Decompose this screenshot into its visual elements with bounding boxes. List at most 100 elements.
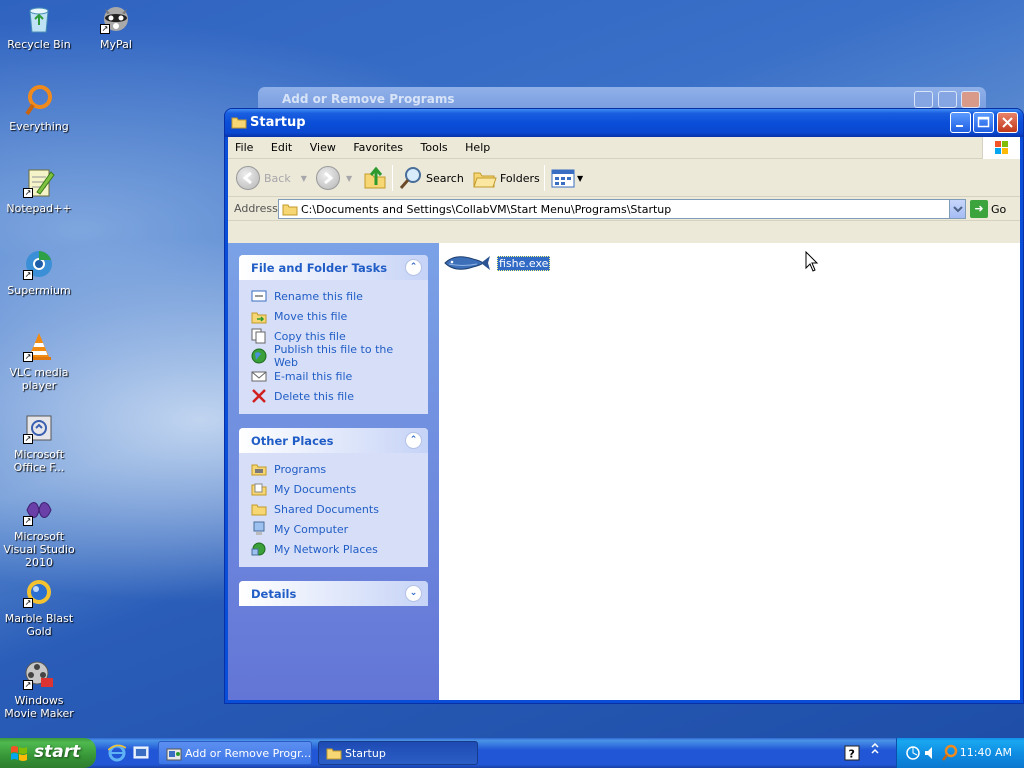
address-bar: Address C:\Documents and Settings\Collab… [228, 197, 1020, 221]
task-rename-file[interactable]: Rename this file [251, 286, 418, 306]
windows-flag-icon [11, 746, 27, 761]
file-list-area[interactable]: fishe.exe [439, 243, 1020, 700]
forward-button[interactable]: ▼ [316, 164, 352, 192]
delete-x-icon [252, 389, 266, 403]
internet-explorer-icon[interactable] [108, 744, 126, 762]
desktop-icon-supermium[interactable]: ↗ Supermium [0, 248, 78, 297]
place-my-network-places[interactable]: My Network Places [251, 539, 418, 559]
explorer-window: Startup File Edit View Favorites Tools H… [224, 108, 1024, 704]
menu-favorites[interactable]: Favorites [346, 137, 410, 159]
clock[interactable]: 11:40 AM [960, 746, 1012, 759]
shortcut-arrow-icon: ↗ [23, 352, 33, 362]
views-icon [551, 169, 575, 188]
background-window-titlebar[interactable]: Add or Remove Programs [258, 87, 986, 109]
task-delete-file[interactable]: Delete this file [251, 386, 418, 406]
desktop-icon-label: MyPal [100, 38, 132, 51]
email-icon [251, 371, 267, 382]
place-my-computer[interactable]: My Computer [251, 519, 418, 539]
start-button[interactable]: start [0, 738, 96, 768]
expand-chevron-icon[interactable]: ⌄ [405, 585, 422, 602]
notepadpp-icon: ↗ [23, 166, 55, 198]
search-icon [399, 167, 421, 189]
menu-file[interactable]: File [228, 137, 260, 159]
taskbar-task-add-remove[interactable]: Add or Remove Progr... [158, 741, 312, 765]
menu-edit[interactable]: Edit [264, 137, 299, 159]
panel-title: Details [251, 587, 297, 601]
network-tray-icon[interactable] [905, 745, 921, 761]
place-my-documents[interactable]: My Documents [251, 479, 418, 499]
toolbar-separator [544, 165, 545, 191]
desktop-icon-mypal[interactable]: ↗ MyPal [77, 2, 155, 51]
explorer-content: File and Folder Tasks ⌃ Rename this file… [228, 243, 1020, 700]
go-button[interactable]: ➜ Go [970, 199, 1018, 219]
folder-icon [231, 115, 247, 133]
desktop-icon-movie-maker[interactable]: ↗ Windows Movie Maker [0, 658, 78, 720]
desktop-icon-microsoft-office[interactable]: ↗ Microsoft Office F... [0, 412, 78, 474]
back-button[interactable]: Back ▼ [236, 164, 307, 192]
shortcut-arrow-icon: ↗ [23, 680, 33, 690]
tray-expand-icon[interactable] [868, 743, 882, 763]
back-dropdown-icon[interactable]: ▼ [301, 174, 307, 183]
back-arrow-icon [236, 166, 260, 190]
recycle-bin-icon [23, 2, 55, 34]
desktop-icon-label: Microsoft Visual Studio 2010 [3, 530, 75, 569]
close-button[interactable] [961, 91, 980, 108]
up-folder-button[interactable] [362, 164, 388, 192]
panel-header[interactable]: Other Places ⌃ [239, 428, 428, 453]
minimize-button[interactable] [950, 112, 971, 133]
collapse-chevron-icon[interactable]: ⌃ [405, 259, 422, 276]
shortcut-arrow-icon: ↗ [23, 516, 33, 526]
desktop-icon-label: VLC media player [9, 366, 69, 392]
task-email-file[interactable]: E-mail this file [251, 366, 418, 386]
programs-folder-icon [251, 464, 267, 476]
panel-header[interactable]: Details ⌄ [239, 581, 428, 606]
volume-tray-icon[interactable] [923, 745, 939, 761]
panel-header[interactable]: File and Folder Tasks ⌃ [239, 255, 428, 280]
desktop-icon-notepadpp[interactable]: ↗ Notepad++ [0, 166, 78, 215]
forward-arrow-icon [316, 166, 340, 190]
minimize-button[interactable] [914, 91, 933, 108]
maximize-button[interactable] [938, 91, 957, 108]
address-input[interactable]: C:\Documents and Settings\CollabVM\Start… [278, 199, 966, 219]
taskbar-task-startup[interactable]: Startup [318, 741, 478, 765]
everything-search-icon [23, 84, 55, 116]
shortcut-arrow-icon: ↗ [23, 270, 33, 280]
search-button[interactable]: Search [398, 164, 464, 192]
desktop-icon-vlc[interactable]: ↗ VLC media player [0, 330, 78, 392]
task-move-file[interactable]: Move this file [251, 306, 418, 326]
menu-view[interactable]: View [303, 137, 343, 159]
address-label: Address [234, 202, 278, 215]
search-label: Search [426, 171, 464, 185]
folders-label: Folders [500, 171, 540, 185]
help-icon[interactable]: ? [844, 745, 860, 761]
address-path: C:\Documents and Settings\CollabVM\Start… [301, 203, 672, 216]
file-item[interactable]: fishe.exe [443, 251, 551, 275]
place-shared-documents[interactable]: Shared Documents [251, 499, 418, 519]
task-publish-web[interactable]: Publish this file to the Web [251, 343, 418, 369]
forward-dropdown-icon[interactable]: ▼ [346, 174, 352, 183]
collapse-chevron-icon[interactable]: ⌃ [405, 432, 422, 449]
menu-help[interactable]: Help [458, 137, 497, 159]
shortcut-arrow-icon: ↗ [23, 598, 33, 608]
address-dropdown-button[interactable] [949, 200, 965, 218]
maximize-button[interactable] [973, 112, 994, 133]
desktop-icon-label: Microsoft Office F... [13, 448, 65, 474]
standard-toolbar: Back ▼ ▼ Search Folders ▼ [228, 159, 1020, 197]
place-programs[interactable]: Programs [251, 459, 418, 479]
menu-tools[interactable]: Tools [414, 137, 455, 159]
close-button[interactable] [997, 112, 1018, 133]
file-name: fishe.exe [497, 255, 551, 271]
everything-tray-icon[interactable] [941, 744, 959, 762]
other-places-panel: Other Places ⌃ Programs My Documents Sha… [239, 428, 428, 567]
views-button[interactable]: ▼ [550, 164, 583, 192]
taskbar: start Add or Remove Progr... Startup ? 1… [0, 738, 1024, 768]
desktop-icon-visual-studio[interactable]: ↗ Microsoft Visual Studio 2010 [0, 494, 78, 569]
desktop-icon-recycle-bin[interactable]: Recycle Bin [0, 2, 78, 51]
folders-button[interactable]: Folders [472, 164, 540, 192]
show-desktop-icon[interactable] [132, 744, 150, 762]
window-titlebar[interactable]: Startup [225, 109, 1023, 137]
task-label: Add or Remove Progr... [185, 746, 312, 760]
add-remove-programs-icon [166, 748, 182, 761]
desktop-icon-everything[interactable]: Everything [0, 84, 78, 133]
desktop-icon-marble-blast[interactable]: ↗ Marble Blast Gold [0, 576, 78, 638]
